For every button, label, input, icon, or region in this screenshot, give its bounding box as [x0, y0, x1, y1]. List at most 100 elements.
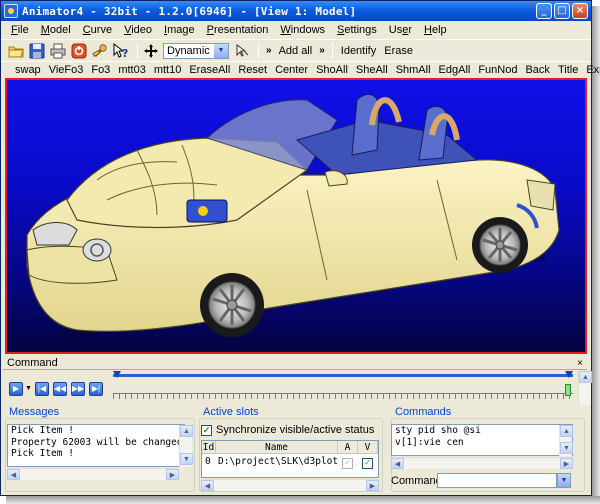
current-frame-marker[interactable]: [565, 384, 571, 396]
chevron-down-icon[interactable]: ▼: [25, 385, 32, 392]
last-frame-button[interactable]: ▶|: [89, 381, 103, 396]
play-dropdown-button[interactable]: ▶ ▼: [9, 381, 32, 396]
skip-end-icon: ▶|: [89, 381, 103, 396]
cmd-button-mtt03[interactable]: mtt03: [114, 64, 150, 76]
scroll-up-icon[interactable]: ▲: [560, 425, 573, 437]
menu-help[interactable]: Help: [418, 24, 453, 36]
minimize-button[interactable]: _: [536, 3, 552, 19]
column-header-id[interactable]: Id: [202, 441, 216, 454]
chevron-down-icon[interactable]: ▼: [214, 43, 228, 58]
first-frame-button[interactable]: |◀: [35, 381, 49, 396]
cmd-button-shoall[interactable]: ShoAll: [312, 64, 352, 76]
toolbar-separator: [137, 42, 138, 59]
menu-settings[interactable]: Settings: [331, 24, 383, 36]
cmd-button-explode[interactable]: Explode: [582, 64, 600, 76]
context-help-icon[interactable]: ?: [112, 42, 130, 60]
column-header-a[interactable]: A: [338, 441, 358, 454]
menu-curve[interactable]: Curve: [77, 24, 118, 36]
checkbox-check-icon: ✓: [362, 458, 373, 469]
cmd-button-sheall[interactable]: SheAll: [352, 64, 392, 76]
step-forward-button[interactable]: ▶▶: [71, 381, 85, 396]
cmd-button-mtt10[interactable]: mtt10: [150, 64, 186, 76]
menu-image[interactable]: Image: [158, 24, 201, 36]
cmd-button-viefo3[interactable]: VieFo3: [45, 64, 88, 76]
print-icon[interactable]: [49, 42, 67, 60]
erase-button[interactable]: Erase: [380, 45, 417, 57]
record-icon[interactable]: [70, 42, 88, 60]
slots-table[interactable]: Id Name A V 0 D:\project\SLK\d3plot ✓ ✓: [201, 440, 379, 478]
scroll-left-icon[interactable]: ◀: [391, 458, 404, 469]
scroll-down-icon[interactable]: ▼: [560, 442, 573, 454]
sync-checkbox-row[interactable]: ✓ Synchronize visible/active status: [201, 424, 374, 436]
toolbar-overflow-chevron[interactable]: »: [263, 45, 275, 56]
3d-viewport[interactable]: [5, 78, 587, 354]
active-slots-panel: Active slots ✓ Synchronize visible/activ…: [195, 406, 385, 494]
car-model-render[interactable]: [7, 80, 585, 352]
commands-hscrollbar[interactable]: ◀ ▶: [391, 457, 573, 469]
scroll-up-icon[interactable]: ▲: [579, 371, 592, 383]
dock-scrollbar[interactable]: ▲: [578, 371, 592, 405]
cmd-button-fo3[interactable]: Fo3: [87, 64, 114, 76]
timeline-start-handle[interactable]: [113, 371, 121, 378]
save-disk-icon[interactable]: [28, 42, 46, 60]
view-mode-select[interactable]: Dynamic ▼: [163, 42, 229, 59]
menu-video[interactable]: Video: [118, 24, 158, 36]
add-all-button[interactable]: Add all: [275, 45, 317, 57]
close-button[interactable]: ×: [572, 3, 588, 19]
timeline-end-handle[interactable]: [565, 371, 573, 378]
menu-model[interactable]: Model: [35, 24, 77, 36]
toolbar-overflow-chevron-2[interactable]: »: [316, 45, 328, 56]
scroll-right-icon[interactable]: ▶: [366, 480, 379, 491]
messages-hscrollbar[interactable]: ◀ ▶: [7, 468, 179, 480]
cmd-button-swap[interactable]: swap: [11, 64, 45, 76]
scroll-left-icon[interactable]: ◀: [7, 469, 20, 480]
slot-name[interactable]: D:\project\SLK\d3plot: [218, 455, 338, 468]
scroll-down-icon[interactable]: ▼: [180, 453, 193, 465]
close-icon[interactable]: ×: [577, 357, 583, 371]
skip-start-icon: |◀: [35, 381, 49, 396]
slots-hscrollbar[interactable]: ◀ ▶: [201, 479, 379, 491]
cmd-button-title[interactable]: Title: [554, 64, 582, 76]
slot-visible-checkbox[interactable]: ✓: [362, 456, 373, 469]
move-cross-icon[interactable]: [142, 42, 160, 60]
menu-file[interactable]: File: [5, 24, 35, 36]
cmd-button-funnod[interactable]: FunNod: [474, 64, 521, 76]
cmd-button-center[interactable]: Center: [271, 64, 312, 76]
cmd-button-reset[interactable]: Reset: [234, 64, 271, 76]
commands-vscrollbar[interactable]: ▲ ▼: [559, 425, 573, 456]
messages-log[interactable]: Pick Item ! Property 62003 will be chang…: [7, 424, 185, 467]
timeline-track[interactable]: [113, 374, 573, 377]
scroll-right-icon[interactable]: ▶: [166, 469, 179, 480]
messages-vscrollbar[interactable]: ▲ ▼: [179, 425, 193, 467]
open-folder-icon[interactable]: [7, 42, 25, 60]
command-toolbar: swap VieFo3 Fo3 mtt03 mtt10 EraseAll Reset Cent…: [1, 61, 600, 78]
scroll-left-icon[interactable]: ◀: [201, 480, 214, 491]
maximize-button[interactable]: □: [554, 3, 570, 19]
title-bar[interactable]: Animator4 - 32bit - 1.2.0[6946] - [View …: [1, 1, 591, 21]
menu-presentation[interactable]: Presentation: [201, 24, 275, 36]
column-header-v[interactable]: V: [358, 441, 378, 454]
chevron-down-icon[interactable]: ▼: [557, 473, 571, 488]
timeline-ruler[interactable]: [113, 393, 573, 399]
cmd-button-edgall[interactable]: EdgAll: [435, 64, 475, 76]
command-input[interactable]: [437, 473, 557, 488]
commands-history[interactable]: sty pid sho @si v[1]:vie cen: [391, 424, 573, 456]
slot-active-checkbox[interactable]: ✓: [342, 456, 353, 469]
cmd-button-eraseall[interactable]: EraseAll: [185, 64, 234, 76]
cmd-button-back[interactable]: Back: [521, 64, 553, 76]
menu-user[interactable]: User: [383, 24, 418, 36]
cmd-button-shmall[interactable]: ShmAll: [392, 64, 435, 76]
scroll-right-icon[interactable]: ▶: [560, 458, 573, 469]
pointer-select-icon[interactable]: [233, 42, 251, 60]
menu-windows[interactable]: Windows: [274, 24, 331, 36]
scroll-up-icon[interactable]: ▲: [180, 425, 193, 437]
play-icon: ▶: [9, 381, 23, 396]
app-logo-icon[interactable]: [4, 4, 18, 18]
sync-checkbox[interactable]: ✓: [201, 424, 212, 436]
identify-button[interactable]: Identify: [337, 45, 380, 57]
step-back-button[interactable]: ◀◀: [53, 381, 67, 396]
column-header-name[interactable]: Name: [216, 441, 338, 454]
menu-bar: File Model Curve Video Image Presentation Wind…: [1, 21, 591, 39]
tools-wrench-icon[interactable]: [91, 42, 109, 60]
toolbar-separator: [331, 42, 333, 59]
